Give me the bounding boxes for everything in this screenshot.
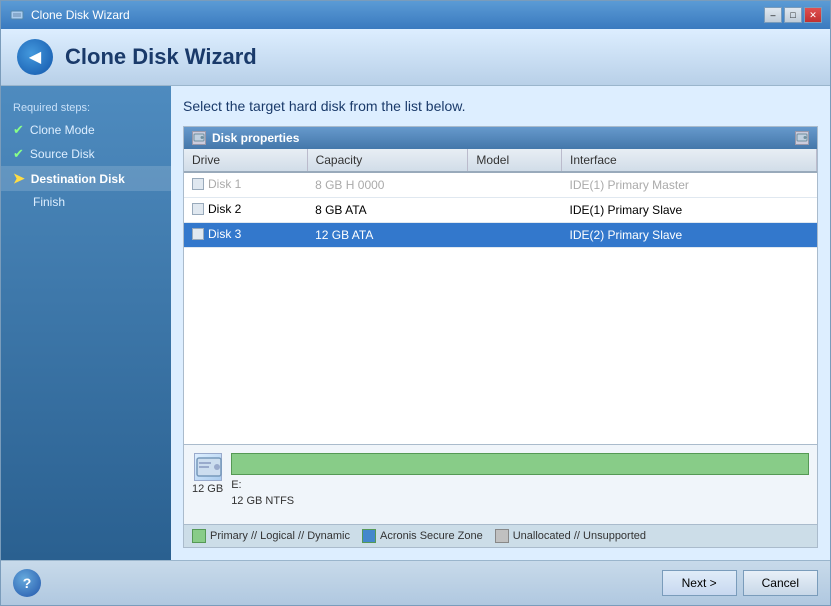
- legend-item-primary: Primary // Logical // Dynamic: [192, 529, 350, 543]
- legend-item-acronis: Acronis Secure Zone: [362, 529, 483, 543]
- legend-icon-primary: [192, 529, 206, 543]
- page-title: Clone Disk Wizard: [65, 44, 257, 70]
- cancel-button[interactable]: Cancel: [743, 570, 818, 596]
- sidebar-section-title: Required steps:: [1, 96, 171, 118]
- main-area: Required steps: ✔ Clone Mode ✔ Source Di…: [1, 86, 830, 560]
- cell-model: [468, 223, 562, 248]
- partition-label: E:: [231, 479, 809, 491]
- legend-label-unallocated: Unallocated // Unsupported: [513, 530, 646, 542]
- help-icon: ?: [23, 575, 32, 591]
- cell-model: [468, 172, 562, 198]
- cell-interface: IDE(2) Primary Slave: [562, 223, 817, 248]
- disk-size-label: 12 GB: [192, 483, 223, 495]
- sidebar-item-destination-disk[interactable]: ➤ Destination Disk: [1, 166, 171, 191]
- disk-thumbnail: [194, 453, 222, 481]
- col-capacity: Capacity: [307, 149, 468, 172]
- footer: ? Next > Cancel: [1, 560, 830, 605]
- legend-label-acronis: Acronis Secure Zone: [380, 530, 483, 542]
- back-button[interactable]: ◀: [17, 39, 53, 75]
- disk-properties-panel: Disk properties Drive: [183, 126, 818, 548]
- next-button[interactable]: Next >: [662, 570, 737, 596]
- title-bar-controls: – □ ✕: [764, 7, 822, 23]
- cell-capacity: 8 GB ATA: [307, 198, 468, 223]
- cell-drive: Disk 3: [184, 223, 307, 248]
- disk-properties-header-left: Disk properties: [192, 131, 299, 145]
- window: Clone Disk Wizard – □ ✕ ◀ Clone Disk Wiz…: [0, 0, 831, 606]
- close-button[interactable]: ✕: [804, 7, 822, 23]
- cell-interface: IDE(1) Primary Slave: [562, 198, 817, 223]
- sidebar-item-label: Source Disk: [30, 147, 95, 161]
- sidebar-item-finish[interactable]: Finish: [1, 191, 171, 213]
- disk-preview-icon: 12 GB: [192, 453, 223, 495]
- instruction-text: Select the target hard disk from the lis…: [183, 98, 818, 114]
- legend-icon-acronis: [362, 529, 376, 543]
- col-model: Model: [468, 149, 562, 172]
- cell-drive: Disk 2: [184, 198, 307, 223]
- disk-properties-icon-right: [795, 131, 809, 145]
- disk-properties-title: Disk properties: [212, 131, 299, 145]
- sidebar-item-clone-mode[interactable]: ✔ Clone Mode: [1, 118, 171, 142]
- sidebar-item-label: Destination Disk: [31, 172, 125, 186]
- cell-interface: IDE(1) Primary Master: [562, 172, 817, 198]
- content-area: Select the target hard disk from the lis…: [171, 86, 830, 560]
- legend-icon-unallocated: [495, 529, 509, 543]
- disk-properties-icon: [192, 131, 206, 145]
- checkmark-icon: ✔: [13, 122, 24, 138]
- checkmark-icon: ✔: [13, 146, 24, 162]
- cell-capacity: 8 GB H 0000: [307, 172, 468, 198]
- table-row[interactable]: Disk 28 GB ATA IDE(1) Primary Slave: [184, 198, 817, 223]
- disk-preview-bar-area: E: 12 GB NTFS: [231, 453, 809, 507]
- window-title: Clone Disk Wizard: [31, 8, 130, 22]
- window-icon: [9, 7, 25, 23]
- maximize-button[interactable]: □: [784, 7, 802, 23]
- sidebar-item-label: Finish: [33, 195, 65, 209]
- help-button[interactable]: ?: [13, 569, 41, 597]
- disk-properties-header: Disk properties: [184, 127, 817, 149]
- col-drive: Drive: [184, 149, 307, 172]
- legend-item-unallocated: Unallocated // Unsupported: [495, 529, 646, 543]
- cell-drive: Disk 1: [184, 172, 307, 198]
- cell-model: [468, 198, 562, 223]
- legend-label-primary: Primary // Logical // Dynamic: [210, 530, 350, 542]
- partition-bar: [231, 453, 809, 475]
- header: ◀ Clone Disk Wizard: [1, 29, 830, 86]
- back-icon: ◀: [29, 47, 41, 67]
- footer-buttons: Next > Cancel: [662, 570, 818, 596]
- minimize-button[interactable]: –: [764, 7, 782, 23]
- sidebar-item-source-disk[interactable]: ✔ Source Disk: [1, 142, 171, 166]
- disk-table: Drive Capacity Model Interface Disk 18 G…: [184, 149, 817, 444]
- table-row[interactable]: Disk 312 GB ATA IDE(2) Primary Slave: [184, 223, 817, 248]
- partition-detail: 12 GB NTFS: [231, 495, 809, 507]
- arrow-icon: ➤: [13, 170, 25, 187]
- table-row[interactable]: Disk 18 GB H 0000 IDE(1) Primary Master: [184, 172, 817, 198]
- col-interface: Interface: [562, 149, 817, 172]
- legend: Primary // Logical // Dynamic Acronis Se…: [184, 524, 817, 547]
- footer-left: ?: [13, 569, 41, 597]
- sidebar-item-label: Clone Mode: [30, 123, 95, 137]
- disk-preview: 12 GB E: 12 GB NTFS: [184, 444, 817, 524]
- cell-capacity: 12 GB ATA: [307, 223, 468, 248]
- title-bar-left: Clone Disk Wizard: [9, 7, 130, 23]
- title-bar: Clone Disk Wizard – □ ✕: [1, 1, 830, 29]
- sidebar: Required steps: ✔ Clone Mode ✔ Source Di…: [1, 86, 171, 560]
